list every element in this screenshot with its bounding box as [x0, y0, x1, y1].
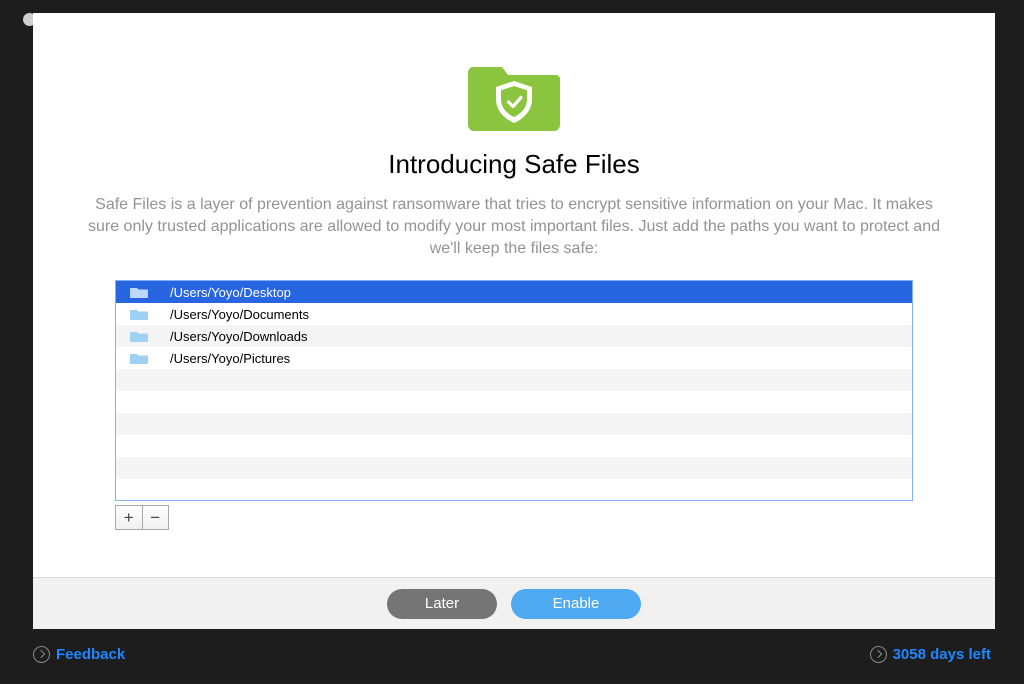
folder-icon	[130, 285, 148, 299]
path-row[interactable]: /Users/Yoyo/Desktop	[116, 281, 912, 303]
folder-icon	[130, 329, 148, 343]
path-row[interactable]: /Users/Yoyo/Downloads	[116, 325, 912, 347]
window-footer: Feedback 3058 days left	[33, 634, 991, 674]
path-row[interactable]: /Users/Yoyo/Documents	[116, 303, 912, 325]
path-row-empty[interactable]	[116, 369, 912, 391]
path-row-empty[interactable]	[116, 435, 912, 457]
add-path-button[interactable]: +	[116, 506, 143, 529]
feedback-link[interactable]: Feedback	[33, 646, 125, 663]
folder-icon	[130, 351, 148, 365]
path-row-empty[interactable]	[116, 413, 912, 435]
enable-button[interactable]: Enable	[511, 589, 641, 619]
protected-paths-list[interactable]: /Users/Yoyo/Desktop/Users/Yoyo/Documents…	[115, 280, 913, 501]
path-text: /Users/Yoyo/Documents	[170, 307, 309, 322]
days-left-label: 3058 days left	[893, 646, 991, 663]
page-description: Safe Files is a layer of prevention agai…	[79, 194, 949, 260]
path-text: /Users/Yoyo/Downloads	[170, 329, 308, 344]
remove-path-button[interactable]: −	[143, 506, 169, 529]
path-row-empty[interactable]	[116, 457, 912, 479]
days-left-link[interactable]: 3058 days left	[870, 646, 991, 663]
later-button[interactable]: Later	[387, 589, 497, 619]
path-text: /Users/Yoyo/Pictures	[170, 351, 290, 366]
add-remove-toolbar: + −	[115, 505, 169, 530]
page-title: Introducing Safe Files	[388, 149, 639, 180]
path-text: /Users/Yoyo/Desktop	[170, 285, 291, 300]
path-row-empty[interactable]	[116, 479, 912, 501]
arrow-right-circle-icon	[870, 646, 887, 663]
safe-files-hero-icon	[468, 53, 560, 133]
folder-icon	[130, 307, 148, 321]
path-row[interactable]: /Users/Yoyo/Pictures	[116, 347, 912, 369]
path-row-empty[interactable]	[116, 391, 912, 413]
arrow-right-circle-icon	[33, 646, 50, 663]
safe-files-panel: Introducing Safe Files Safe Files is a l…	[33, 13, 995, 629]
protected-paths-section: /Users/Yoyo/Desktop/Users/Yoyo/Documents…	[115, 280, 913, 530]
dialog-button-bar: Later Enable	[33, 577, 995, 629]
feedback-label: Feedback	[56, 646, 125, 663]
